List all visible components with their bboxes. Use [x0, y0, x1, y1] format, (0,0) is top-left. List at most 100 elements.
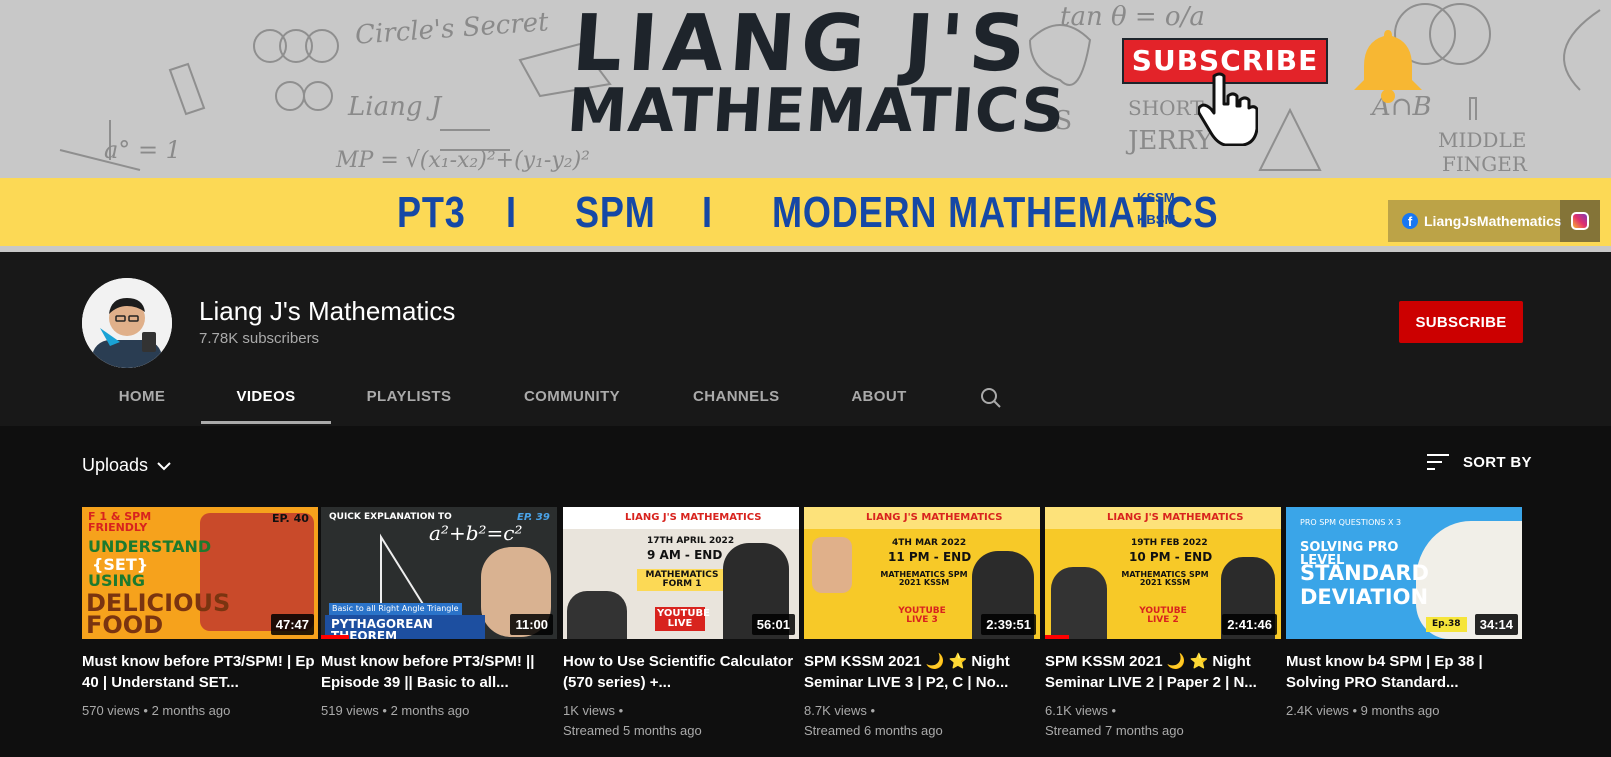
video-views: 1K views	[563, 703, 616, 718]
video-card[interactable]: LIANG J'S MATHEMATICS 4TH MAR 2022 11 PM…	[804, 507, 1040, 741]
video-views: 6.1K views	[1045, 703, 1108, 718]
video-age: 9 months ago	[1360, 703, 1440, 718]
video-age: Streamed 5 months ago	[563, 723, 702, 738]
thumb-text: 9 AM - END	[647, 548, 723, 562]
thumb-text: MATHEMATICS SPM 2021 KSSM	[880, 570, 968, 587]
thumb-text: 10 PM - END	[1129, 550, 1213, 564]
banner-title-line1: LIANG J'S	[569, 0, 1035, 89]
video-age: 2 months ago	[151, 703, 231, 718]
thumb-text: MATHEMATICS SPM 2021 KSSM	[1121, 570, 1209, 587]
video-meta: 570 views • 2 months ago	[82, 703, 231, 718]
tab-community[interactable]: COMMUNITY	[522, 388, 622, 405]
search-icon[interactable]	[980, 387, 1002, 409]
facebook-link[interactable]: LiangJsMathematics	[1424, 213, 1562, 229]
video-thumbnail[interactable]: F 1 & SPM FRIENDLY UNDERSTAND {SET} USIN…	[82, 507, 318, 639]
subscriber-count: 7.78K subscribers	[199, 330, 320, 347]
video-card[interactable]: F 1 & SPM FRIENDLY UNDERSTAND {SET} USIN…	[82, 507, 318, 721]
subscribe-button[interactable]: SUBSCRIBE	[1399, 301, 1523, 343]
thumb-text: Basic to all Right Angle Triangle	[329, 603, 462, 615]
doodle-tan: tan θ = o/a	[1060, 2, 1205, 32]
doodle-short: SHORT	[1128, 96, 1204, 120]
video-thumbnail[interactable]: PRO SPM QUESTIONS X 3 SOLVING PRO LEVEL …	[1286, 507, 1522, 639]
chevron-down-icon	[157, 461, 171, 470]
avatar[interactable]	[82, 278, 172, 368]
video-title[interactable]: How to Use Scientific Calculator (570 se…	[563, 651, 799, 693]
banner-social-links: f LiangJsMathematics	[1388, 200, 1600, 242]
sort-icon	[1427, 454, 1449, 470]
video-title[interactable]: SPM KSSM 2021 🌙 ⭐ Night Seminar LIVE 3 |…	[804, 651, 1040, 693]
video-title[interactable]: Must know before PT3/SPM! | Ep 40 | Unde…	[82, 651, 318, 693]
instagram-icon	[1571, 212, 1589, 230]
tab-about[interactable]: ABOUT	[851, 388, 907, 405]
thumb-text: YOUTUBE LIVE	[655, 607, 710, 631]
video-meta: 1K views • Streamed 5 months ago	[563, 703, 702, 738]
thumb-text: DEVIATION	[1300, 585, 1429, 609]
thumb-text: LIANG J'S MATHEMATICS	[1107, 512, 1244, 523]
sort-by-button[interactable]: SORT BY	[1427, 453, 1532, 471]
thumb-text: STANDARD	[1300, 561, 1429, 585]
thumb-text: YOUTUBE LIVE 3	[898, 606, 946, 625]
uploads-dropdown[interactable]: Uploads	[82, 455, 172, 476]
banner-title-line2: MATHEMATICS	[564, 76, 1068, 147]
video-age: 2 months ago	[390, 703, 470, 718]
video-title[interactable]: Must know before PT3/SPM! || Episode 39 …	[321, 651, 557, 693]
video-card[interactable]: LIANG J'S MATHEMATICS 17TH APRIL 2022 9 …	[563, 507, 799, 741]
video-card[interactable]: PRO SPM QUESTIONS X 3 SOLVING PRO LEVEL …	[1286, 507, 1522, 721]
doodle-mp-formula: MP = √(x₁-x₂)²+(y₁-y₂)²	[336, 148, 590, 173]
thumb-text: Ep.38	[1426, 617, 1467, 632]
video-duration: 2:41:46	[1222, 614, 1277, 635]
video-thumbnail[interactable]: LIANG J'S MATHEMATICS 19TH FEB 2022 10 P…	[1045, 507, 1281, 639]
video-thumbnail[interactable]: LIANG J'S MATHEMATICS 4TH MAR 2022 11 PM…	[804, 507, 1040, 639]
doodle-liang-j: Liang J	[348, 92, 442, 122]
video-duration: 56:01	[751, 614, 795, 635]
video-card[interactable]: LIANG J'S MATHEMATICS 19TH FEB 2022 10 P…	[1045, 507, 1281, 741]
thumb-text: F 1 & SPM FRIENDLY	[88, 510, 152, 534]
video-duration: 2:39:51	[981, 614, 1036, 635]
channel-banner: Circle's Secret Liang J tan θ = o/a A∩B …	[0, 0, 1611, 252]
video-card[interactable]: QUICK EXPLANATION TO a²+b²=c² EP. 39 Bas…	[321, 507, 557, 721]
tab-playlists[interactable]: PLAYLISTS	[366, 388, 452, 405]
watch-progress-bar	[321, 635, 350, 639]
sort-by-label: SORT BY	[1463, 453, 1532, 471]
video-meta: 519 views • 2 months ago	[321, 703, 470, 718]
strip-pt3: PT3	[397, 188, 466, 237]
video-duration: 11:00	[510, 614, 553, 635]
tab-channels[interactable]: CHANNELS	[693, 388, 779, 405]
video-duration: 34:14	[1474, 614, 1518, 635]
watch-progress-bar	[1045, 635, 1069, 639]
video-duration: 47:47	[270, 614, 314, 635]
thumb-text: FOOD	[86, 611, 164, 639]
thumb-text: UNDERSTAND	[88, 537, 212, 556]
video-views: 519 views	[321, 703, 379, 718]
thumb-text: 11 PM - END	[888, 550, 972, 564]
video-views: 8.7K views	[804, 703, 867, 718]
thumb-thumbs-up	[812, 537, 852, 593]
thumb-text: EP. 39	[517, 512, 550, 523]
video-meta: 8.7K views • Streamed 6 months ago	[804, 703, 943, 738]
tab-home[interactable]: HOME	[118, 388, 166, 405]
video-views: 570 views	[82, 703, 140, 718]
video-meta: 2.4K views • 9 months ago	[1286, 703, 1440, 718]
active-tab-indicator	[201, 421, 331, 424]
thumb-text: YOUTUBE LIVE 2	[1139, 606, 1187, 625]
instagram-link[interactable]	[1560, 200, 1600, 242]
tab-videos[interactable]: VIDEOS	[236, 388, 296, 405]
banner-title: LIANG J'S MATHEMATICS	[564, 0, 1068, 147]
hand-cursor-icon	[1198, 72, 1258, 146]
video-age: Streamed 6 months ago	[804, 723, 943, 738]
video-title[interactable]: Must know b4 SPM | Ep 38 | Solving PRO S…	[1286, 651, 1522, 693]
strip-kssm: KSSM	[1137, 190, 1175, 205]
video-title[interactable]: SPM KSSM 2021 🌙 ⭐ Night Seminar LIVE 2 |…	[1045, 651, 1281, 693]
channel-name: Liang J's Mathematics	[199, 296, 456, 326]
facebook-icon[interactable]: f	[1402, 213, 1418, 229]
bell-icon	[1354, 30, 1422, 103]
thumb-presenter	[567, 591, 627, 639]
video-thumbnail[interactable]: QUICK EXPLANATION TO a²+b²=c² EP. 39 Bas…	[321, 507, 557, 639]
strip-spm: SPM	[575, 188, 656, 237]
thumb-text: PRO SPM QUESTIONS X 3	[1300, 518, 1402, 527]
video-thumbnail[interactable]: LIANG J'S MATHEMATICS 17TH APRIL 2022 9 …	[563, 507, 799, 639]
doodle-middle: MIDDLE	[1438, 128, 1527, 152]
strip-separator: I	[506, 188, 517, 237]
thumb-text: 4TH MAR 2022	[892, 538, 967, 548]
thumb-text: EP. 40	[272, 512, 309, 525]
